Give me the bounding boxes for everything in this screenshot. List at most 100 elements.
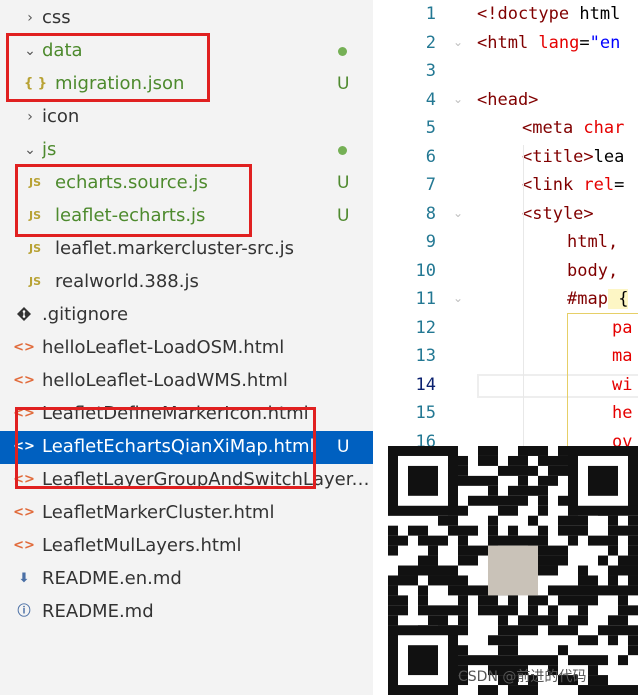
tree-item-icon[interactable]: › icon bbox=[0, 101, 373, 134]
tree-item-label: realworld.388.js bbox=[55, 271, 199, 292]
tree-item-data[interactable]: ⌄ data bbox=[0, 35, 373, 68]
modified-dot-icon bbox=[338, 47, 347, 56]
line-number: 4 bbox=[425, 89, 436, 110]
code-line: <head> bbox=[477, 90, 538, 110]
tree-item-css[interactable]: › css bbox=[0, 2, 373, 35]
code-token: pa bbox=[612, 317, 633, 338]
code-token: <style> bbox=[522, 203, 594, 224]
tree-item-leafletechartsqianximap-html[interactable]: <> LeafletEchartsQianXiMap.html U bbox=[0, 431, 373, 464]
tree-item-label: css bbox=[42, 7, 71, 28]
tree-item-leafletlayergroupandswitchlayer-ht[interactable]: <> LeafletLayerGroupAndSwitchLayer.ht... bbox=[0, 464, 373, 497]
line-number: 11 bbox=[415, 289, 436, 309]
fold-chevron-icon[interactable]: ⌄ bbox=[453, 291, 467, 305]
tree-item-readme-en-md[interactable]: ⬇ README.en.md bbox=[0, 563, 373, 596]
tree-item-migration-json[interactable]: { } migration.json U bbox=[0, 68, 373, 101]
fold-chevron-icon[interactable]: ⌄ bbox=[453, 92, 467, 106]
tree-item-label: helloLeaflet-LoadWMS.html bbox=[42, 370, 288, 391]
untracked-badge: U bbox=[337, 74, 350, 94]
line-number: 15 bbox=[415, 403, 436, 423]
code-token: html bbox=[569, 4, 621, 24]
qr-code-overlay bbox=[388, 446, 638, 695]
tree-item-helloleaflet-loadosm-html[interactable]: <> helloLeaflet-LoadOSM.html bbox=[0, 332, 373, 365]
code-token: <meta bbox=[522, 118, 574, 138]
code-line: html, bbox=[567, 232, 618, 252]
file-explorer: › css ⌄ data { } migration.json U › icon ⌄ js JS ech… bbox=[0, 0, 373, 695]
tree-item-label: LeafletEchartsQianXiMap.html bbox=[42, 436, 315, 457]
line-number: 7 bbox=[425, 175, 436, 195]
js-file-icon: JS bbox=[28, 275, 41, 288]
code-token: = bbox=[614, 175, 625, 195]
tree-item-helloleaflet-loadwms-html[interactable]: <> helloLeaflet-LoadWMS.html bbox=[0, 365, 373, 398]
tree-item-label: data bbox=[42, 40, 83, 61]
chevron-right-icon[interactable]: › bbox=[24, 108, 36, 126]
code-line: he bbox=[612, 403, 632, 423]
code-token: <link bbox=[522, 175, 574, 195]
code-line: body, bbox=[567, 261, 618, 281]
code-token: html, bbox=[567, 232, 619, 252]
tree-item-echarts-source-js[interactable]: JS echarts.source.js U bbox=[0, 167, 373, 200]
code-token: char bbox=[573, 118, 625, 138]
js-file-icon: JS bbox=[28, 242, 41, 255]
modified-dot-icon bbox=[338, 146, 347, 155]
code-line: wi bbox=[612, 375, 632, 395]
chevron-down-icon[interactable]: ⌄ bbox=[24, 141, 36, 159]
tree-item-label: LeafletMulLayers.html bbox=[42, 535, 242, 556]
tree-item-readme-md[interactable]: ⓘ README.md bbox=[0, 596, 373, 629]
line-number: 1 bbox=[425, 4, 436, 24]
code-token: <head> bbox=[477, 89, 539, 110]
code-line: <style> bbox=[522, 204, 594, 224]
tree-item-leaflet-markercluster-src-js[interactable]: JS leaflet.markercluster-src.js bbox=[0, 233, 373, 266]
code-line: <meta char bbox=[522, 118, 624, 138]
code-token: rel bbox=[573, 175, 615, 195]
tree-item-label: .gitignore bbox=[42, 304, 129, 325]
line-number: 12 bbox=[415, 317, 436, 338]
code-token: lang bbox=[528, 32, 580, 53]
line-number: 6 bbox=[425, 146, 436, 167]
tree-item-label: LeafletMarkerCluster.html bbox=[42, 502, 275, 523]
tree-item-label: helloLeaflet-LoadOSM.html bbox=[42, 337, 285, 358]
line-number: 5 bbox=[425, 118, 436, 138]
tree-item-label: migration.json bbox=[55, 73, 185, 94]
tree-item-leafletmarkercluster-html[interactable]: <> LeafletMarkerCluster.html bbox=[0, 497, 373, 530]
html-file-icon: <> bbox=[13, 538, 35, 553]
chevron-right-icon[interactable]: › bbox=[24, 9, 36, 27]
line-number: 10 bbox=[415, 260, 436, 281]
code-token: "en bbox=[589, 32, 621, 53]
tree-item-label: README.en.md bbox=[42, 568, 182, 589]
code-token: #map bbox=[567, 289, 608, 309]
code-line: <!doctype html bbox=[477, 4, 620, 24]
code-token: { bbox=[607, 289, 629, 309]
info-icon: ⓘ bbox=[17, 604, 31, 619]
fold-chevron-icon[interactable]: ⌄ bbox=[453, 35, 467, 49]
tree-item-label: leaflet-echarts.js bbox=[55, 205, 206, 226]
code-line: <title>lea bbox=[522, 147, 624, 167]
untracked-badge: U bbox=[337, 437, 350, 457]
tree-item-realworld-388-js[interactable]: JS realworld.388.js bbox=[0, 266, 373, 299]
code-token: <title> bbox=[522, 146, 594, 167]
line-number: 2 bbox=[425, 32, 436, 53]
code-token: he bbox=[612, 403, 633, 423]
tree-item-leafletdefinemarkericon-html[interactable]: <> LeafletDefineMarkerIcon.html bbox=[0, 398, 373, 431]
indent-guide bbox=[523, 145, 524, 480]
tree-item-leaflet-echarts-js[interactable]: JS leaflet-echarts.js U bbox=[0, 200, 373, 233]
tree-item-label: leaflet.markercluster-src.js bbox=[55, 238, 295, 259]
json-file-icon: { } bbox=[24, 76, 48, 91]
fold-chevron-icon[interactable]: ⌄ bbox=[453, 206, 467, 220]
html-file-icon: <> bbox=[13, 505, 35, 520]
code-token: ma bbox=[612, 346, 633, 366]
download-icon: ⬇ bbox=[18, 571, 30, 586]
chevron-down-icon[interactable]: ⌄ bbox=[24, 42, 36, 60]
js-file-icon: JS bbox=[28, 209, 41, 222]
code-line: ma bbox=[612, 346, 632, 366]
tree-item-label: js bbox=[42, 139, 57, 160]
tree-item-leafletmullayers-html[interactable]: <> LeafletMulLayers.html bbox=[0, 530, 373, 563]
tree-item-js[interactable]: ⌄ js bbox=[0, 134, 373, 167]
code-line: <html lang="en bbox=[477, 33, 620, 53]
tree-item--gitignore[interactable]: .gitignore bbox=[0, 299, 373, 332]
js-file-icon: JS bbox=[28, 176, 41, 189]
code-line: pa bbox=[612, 318, 632, 338]
code-token: body, bbox=[567, 260, 619, 281]
line-number: 13 bbox=[415, 346, 436, 366]
line-number: 3 bbox=[425, 61, 436, 81]
html-file-icon: <> bbox=[13, 439, 35, 454]
